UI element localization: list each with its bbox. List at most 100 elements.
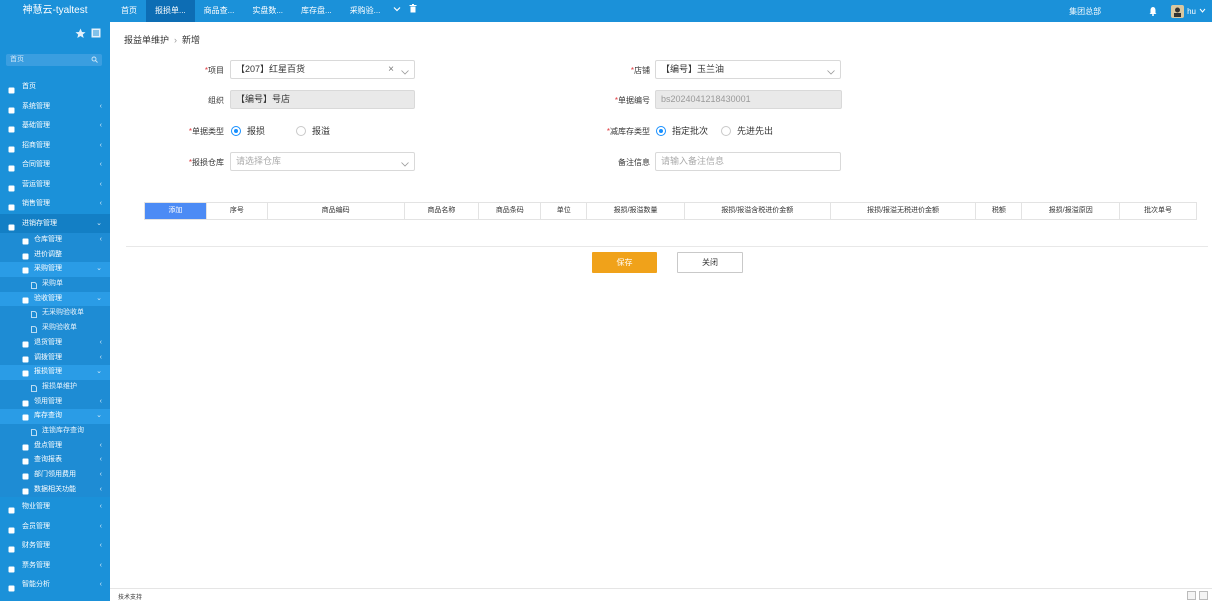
star-icon[interactable] — [75, 28, 86, 41]
sidebar-item-label: 销售管理 — [22, 200, 50, 207]
sidebar-item[interactable]: 首页 — [0, 77, 110, 97]
chevron-down-icon[interactable] — [401, 157, 409, 167]
sidebar-item[interactable]: 系统管理 ‹ — [0, 97, 110, 117]
sidebar-item[interactable]: 连锁库存查询 — [0, 423, 110, 439]
sidebar-item[interactable]: 报损单维护 — [0, 379, 110, 395]
column-header[interactable]: 单位 — [541, 203, 588, 219]
sidebar-item[interactable]: 合同管理 ‹ — [0, 155, 110, 175]
clear-icon[interactable]: × — [388, 61, 394, 78]
remark-placeholder: 请输入备注信息 — [661, 156, 725, 166]
trash-icon[interactable] — [405, 0, 421, 22]
tab-inventory-count[interactable]: 库存盘... — [292, 0, 341, 22]
project-value: 【207】红星百货 — [236, 64, 306, 74]
breadcrumb-parent[interactable]: 报益单维护 — [124, 35, 169, 45]
radio-overflow[interactable]: 报溢 — [296, 124, 330, 137]
sidebar-item[interactable]: 进销存管理 ⌄ — [0, 213, 110, 233]
store-label: *店铺 — [630, 66, 650, 75]
fullscreen-icon[interactable] — [1187, 591, 1196, 600]
sidebar-item[interactable]: 智能分析 ‹ — [0, 575, 110, 595]
user-menu-chevron-icon[interactable] — [1199, 7, 1206, 16]
sidebar-item[interactable]: 库存查询 ⌄ — [0, 409, 110, 424]
sidebar-item[interactable]: 营运管理 ‹ — [0, 175, 110, 195]
store-value: 【编号】玉兰油 — [661, 64, 725, 74]
column-header[interactable]: 序号 — [207, 203, 268, 219]
store-select[interactable]: 【编号】玉兰油 — [655, 60, 841, 79]
radio-specified-batch-dot[interactable] — [656, 125, 666, 136]
column-header[interactable]: 税额 — [976, 203, 1023, 219]
tab-loss-order[interactable]: 报损单... — [146, 0, 195, 22]
menu-icon — [8, 220, 15, 230]
sidebar-item[interactable]: 报损管理 ⌄ — [0, 365, 110, 380]
sidebar-item[interactable]: 基础管理 ‹ — [0, 116, 110, 136]
sidebar-item[interactable]: 仓库管理 ‹ — [0, 233, 110, 248]
radio-loss[interactable]: 报损 — [231, 124, 265, 137]
footer: 技术支持 — [110, 588, 1212, 601]
column-header[interactable]: 商品条码 — [479, 203, 542, 219]
sidebar-item[interactable]: 采购管理 ⌄ — [0, 262, 110, 278]
column-header[interactable]: 商品名称 — [405, 203, 480, 219]
chevron-down-icon[interactable] — [401, 65, 409, 75]
sidebar-item[interactable]: 数据相关功能 ‹ — [0, 482, 110, 498]
detail-grid-header: 添加 序号 商品编码 商品名称 商品条码 单位 报损/报溢数量 报损/报溢含税进… — [144, 202, 1197, 220]
radio-overflow-dot[interactable] — [296, 125, 306, 136]
radio-specified-batch[interactable]: 指定批次 — [656, 124, 708, 137]
column-header[interactable]: 商品编码 — [268, 203, 405, 219]
sidebar-item[interactable]: 采购单 — [0, 277, 110, 292]
sidebar-item[interactable]: 退货管理 ‹ — [0, 335, 110, 351]
sidebar-item[interactable]: 部门领用费用 ‹ — [0, 468, 110, 483]
radio-loss-dot[interactable] — [231, 125, 241, 136]
tab-stocktake-data[interactable]: 实盘数... — [243, 0, 292, 22]
tab-purchase-receipt[interactable]: 采购验... — [341, 0, 390, 22]
save-button[interactable]: 保存 — [592, 252, 657, 273]
project-select[interactable]: 【207】红星百货 × — [230, 60, 415, 79]
app-brand[interactable]: 神慧云-tyaltest — [0, 0, 110, 22]
tabs-more-chevron-icon[interactable] — [389, 0, 405, 22]
scroll-top-icon[interactable] — [1199, 591, 1208, 600]
sidebar-item[interactable]: 调拨管理 ‹ — [0, 350, 110, 366]
deduct-type-label: *减库存类型 — [606, 127, 650, 136]
chevron-down-icon[interactable] — [827, 65, 835, 75]
bell-icon[interactable] — [1147, 5, 1159, 17]
menu-icon — [8, 581, 15, 592]
tab-goods-query[interactable]: 商品查... — [195, 0, 244, 22]
org-switcher[interactable]: 集团总部 — [1069, 6, 1101, 17]
radio-fifo[interactable]: 先进先出 — [721, 124, 773, 137]
chevron-left-icon: ‹ — [99, 542, 102, 550]
menu-icon — [8, 142, 15, 152]
sidebar-item[interactable]: 盘点管理 ‹ — [0, 438, 110, 454]
column-header[interactable]: 批次单号 — [1120, 203, 1196, 219]
tab-home[interactable]: 首页 — [112, 0, 146, 22]
sidebar-item-label: 退货管理 — [34, 338, 62, 346]
menu-icon — [8, 562, 15, 573]
sidebar-item[interactable]: 查询报表 ‹ — [0, 453, 110, 468]
menu-icon — [22, 443, 29, 451]
sidebar-item[interactable]: 无采购验收单 — [0, 306, 110, 322]
sidebar-item[interactable]: 招商管理 ‹ — [0, 136, 110, 156]
user-name[interactable]: hu — [1187, 7, 1196, 16]
sidebar-search-input[interactable]: 首页 — [6, 54, 102, 66]
sidebar-item[interactable]: 验收管理 ⌄ — [0, 291, 110, 307]
sidebar-item[interactable]: 采购验收单 — [0, 321, 110, 336]
warehouse-select[interactable]: 请选择仓库 — [230, 152, 415, 171]
sidebar-item[interactable]: 物业管理 ‹ — [0, 497, 110, 517]
remark-input[interactable]: 请输入备注信息 — [655, 152, 841, 171]
sidebar-item[interactable]: 领用管理 ‹ — [0, 394, 110, 410]
search-icon[interactable] — [91, 56, 98, 68]
sidebar-item[interactable]: 财务管理 ‹ — [0, 536, 110, 556]
column-header[interactable]: 报损/报溢原因 — [1022, 203, 1121, 219]
column-header[interactable]: 报损/报溢含税进价金额 — [685, 203, 831, 219]
column-header[interactable]: 报损/报溢无税进价金额 — [831, 203, 977, 219]
list-icon[interactable] — [91, 28, 101, 41]
footer-tools — [1187, 591, 1208, 600]
add-row-button[interactable]: 添加 — [145, 203, 207, 219]
sidebar-item-label: 智能分析 — [22, 581, 50, 589]
sidebar-item[interactable]: 销售管理 ‹ — [0, 194, 110, 214]
chevron-left-icon: ‹ — [99, 102, 102, 110]
sidebar-item[interactable]: 进价调整 — [0, 247, 110, 263]
close-button[interactable]: 关闭 — [677, 252, 743, 273]
sidebar-item[interactable]: 票务管理 ‹ — [0, 556, 110, 576]
radio-fifo-dot[interactable] — [721, 125, 731, 136]
column-header[interactable]: 报损/报溢数量 — [587, 203, 685, 219]
sidebar-item[interactable]: 会员管理 ‹ — [0, 517, 110, 537]
avatar[interactable] — [1171, 4, 1185, 18]
